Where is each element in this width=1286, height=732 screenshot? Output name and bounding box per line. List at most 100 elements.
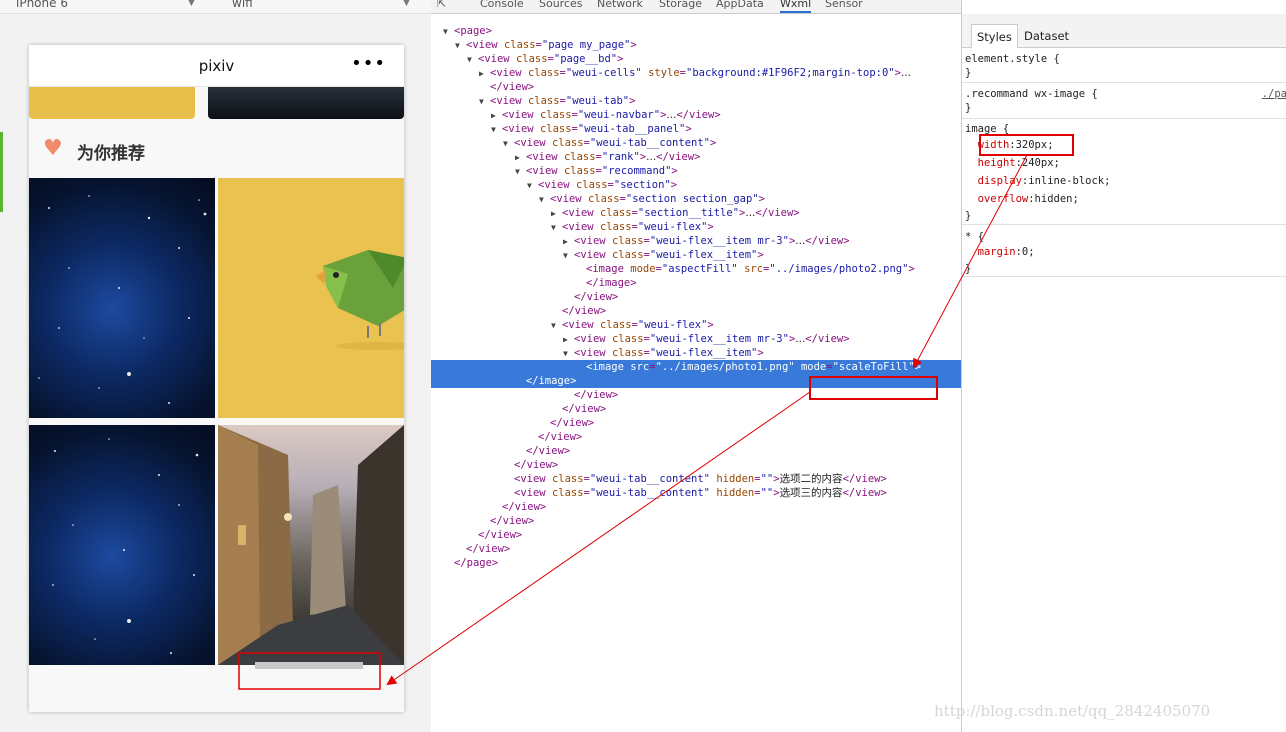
collapse-triangle-icon[interactable]: ▼	[551, 319, 562, 333]
wxml-node[interactable]: ▼ <view class="weui-tab__content">	[431, 136, 961, 150]
collapse-triangle-icon[interactable]: ▼	[503, 137, 514, 151]
wxml-node[interactable]: <view class="weui-tab__content" hidden="…	[431, 486, 961, 500]
wxml-node[interactable]: ▼ <view class="weui-tab">	[431, 94, 961, 108]
wxml-node[interactable]: ▼ <view class="weui-flex__item">	[431, 346, 961, 360]
collapse-triangle-icon[interactable]: ▼	[479, 95, 490, 109]
photo-bird[interactable]	[218, 178, 404, 418]
wxml-node[interactable]: ▼ <view class="weui-flex__item">	[431, 248, 961, 262]
wxml-node[interactable]: ▼ <view class="section section_gap">	[431, 192, 961, 206]
style-rule-line[interactable]: * {	[965, 230, 984, 244]
wxml-node[interactable]: </view>	[431, 500, 961, 514]
rank-card[interactable]	[208, 87, 404, 119]
wxml-node-text: </view>	[478, 529, 523, 541]
device-select[interactable]: iPhone 6	[16, 0, 68, 9]
wxml-node-text: <view class="section__title">...</view>	[562, 207, 800, 219]
tab-console[interactable]: Console	[480, 0, 524, 10]
style-rule-line[interactable]: margin:0;	[965, 245, 1035, 259]
wxml-node[interactable]: ▼ <view class="page__bd">	[431, 52, 961, 66]
wxml-node[interactable]: </view>	[431, 416, 961, 430]
wxml-node[interactable]: ▼ <page>	[431, 24, 961, 38]
collapse-triangle-icon[interactable]: ▼	[551, 221, 562, 235]
expand-triangle-icon[interactable]: ▶	[515, 151, 526, 165]
wxml-node[interactable]: </view>	[431, 402, 961, 416]
wxml-node[interactable]: ▶ <view class="weui-navbar">...</view>	[431, 108, 961, 122]
style-rule-line[interactable]: }	[965, 66, 971, 80]
collapse-triangle-icon[interactable]: ▼	[467, 53, 478, 67]
photo-space[interactable]	[29, 425, 215, 665]
tab-network[interactable]: Network	[597, 0, 643, 10]
style-rule-line[interactable]: width:320px;	[965, 138, 1054, 152]
wxml-node[interactable]: ▼ <view class="weui-tab__panel">	[431, 122, 961, 136]
expand-triangle-icon[interactable]: ▶	[479, 67, 490, 81]
wxml-node[interactable]: ▼ <view class="page my_page">	[431, 38, 961, 52]
wxml-node[interactable]: </view>	[431, 458, 961, 472]
rank-card[interactable]	[29, 87, 195, 119]
collapse-triangle-icon[interactable]: ▼	[539, 193, 550, 207]
tab-wxml[interactable]: Wxml	[780, 0, 812, 13]
wxml-node[interactable]: ▶ <view class="section__title">...</view>	[431, 206, 961, 220]
wxml-node[interactable]: </view>	[431, 542, 961, 556]
collapse-triangle-icon[interactable]: ▼	[443, 25, 454, 39]
expand-triangle-icon[interactable]: ▶	[563, 235, 574, 249]
expand-triangle-icon[interactable]: ▶	[551, 207, 562, 221]
wxml-node[interactable]: ▶ <view class="weui-flex__item mr-3">...<…	[431, 234, 961, 248]
style-rule-line[interactable]: image {	[965, 122, 1009, 136]
wxml-node[interactable]: <view class="weui-tab__content" hidden="…	[431, 472, 961, 486]
style-rule-line[interactable]: height:240px;	[965, 156, 1060, 170]
more-menu-icon[interactable]: •••	[351, 53, 386, 74]
chevron-down-icon[interactable]: ▼	[403, 0, 410, 8]
style-rule-line[interactable]: }	[965, 209, 971, 223]
wxml-node[interactable]: ▼ <view class="recommand">	[431, 164, 961, 178]
wxml-node[interactable]: </view>	[431, 514, 961, 528]
tab-sources[interactable]: Sources	[539, 0, 583, 10]
style-rule-line[interactable]: overflow:hidden;	[965, 192, 1079, 206]
collapse-triangle-icon[interactable]: ▼	[491, 123, 502, 137]
wxml-node[interactable]: </view>	[431, 80, 961, 94]
wxml-node[interactable]: </view>	[431, 430, 961, 444]
wxml-node[interactable]: <image mode="aspectFill" src="../images/…	[431, 262, 961, 276]
collapse-triangle-icon[interactable]: ▼	[527, 179, 538, 193]
collapse-triangle-icon[interactable]: ▼	[563, 347, 574, 361]
wxml-node[interactable]: ▶ <view class="weui-cells" style="backgro…	[431, 66, 961, 80]
wxml-node-text: <view class="weui-tab__content" hidden="…	[514, 473, 887, 485]
wxml-node[interactable]: </view>	[431, 290, 961, 304]
wxml-node[interactable]: ▼ <view class="weui-flex">	[431, 318, 961, 332]
wxml-node[interactable]: ▶ <view class="rank">...</view>	[431, 150, 961, 164]
tab-styles[interactable]: Styles	[971, 24, 1018, 48]
tab-appdata[interactable]: AppData	[716, 0, 764, 10]
tab-dataset[interactable]: Dataset	[1019, 24, 1074, 48]
heart-icon: ♥	[43, 136, 63, 161]
network-select[interactable]: wifi	[232, 0, 253, 9]
collapse-triangle-icon[interactable]: ▼	[515, 165, 526, 179]
source-link[interactable]: ./pa	[1262, 88, 1286, 100]
photo-street[interactable]	[218, 425, 404, 665]
style-rule-line[interactable]: }	[965, 101, 971, 115]
photo-space[interactable]	[29, 178, 215, 418]
wxml-node[interactable]: </view>	[431, 388, 961, 402]
style-rule-line[interactable]: }	[965, 262, 971, 276]
wxml-node[interactable]: </view>	[431, 444, 961, 458]
wxml-node-text: </image>	[586, 277, 637, 289]
wxml-node[interactable]: ▼ <view class="weui-flex">	[431, 220, 961, 234]
wxml-node-selected[interactable]: <image src="../images/photo1.png" mode="…	[431, 360, 961, 388]
wxml-node[interactable]: ▼ <view class="section">	[431, 178, 961, 192]
expand-triangle-icon[interactable]: ▶	[563, 333, 574, 347]
app-title: pixiv	[198, 57, 235, 75]
scrollbar[interactable]	[255, 662, 363, 669]
wxml-node[interactable]: </image>	[431, 276, 961, 290]
expand-triangle-icon[interactable]: ▶	[491, 109, 502, 123]
wxml-node[interactable]: </view>	[431, 528, 961, 542]
style-rule-line[interactable]: element.style {	[965, 52, 1060, 66]
wxml-node[interactable]: ▶ <view class="weui-flex__item mr-3">...<…	[431, 332, 961, 346]
tab-sensor[interactable]: Sensor	[825, 0, 863, 10]
collapse-triangle-icon[interactable]: ▼	[563, 249, 574, 263]
wxml-node-text: <view class="weui-tab__panel">	[502, 123, 692, 135]
chevron-down-icon[interactable]: ▼	[188, 0, 195, 8]
tab-storage[interactable]: Storage	[659, 0, 702, 10]
style-rule-line[interactable]: display:inline-block;	[965, 174, 1111, 188]
inspect-icon[interactable]: ⇱	[437, 0, 446, 10]
wxml-node[interactable]: </page>	[431, 556, 961, 570]
style-rule-line[interactable]: .recommand wx-image {	[965, 87, 1098, 101]
collapse-triangle-icon[interactable]: ▼	[455, 39, 466, 53]
wxml-node[interactable]: </view>	[431, 304, 961, 318]
